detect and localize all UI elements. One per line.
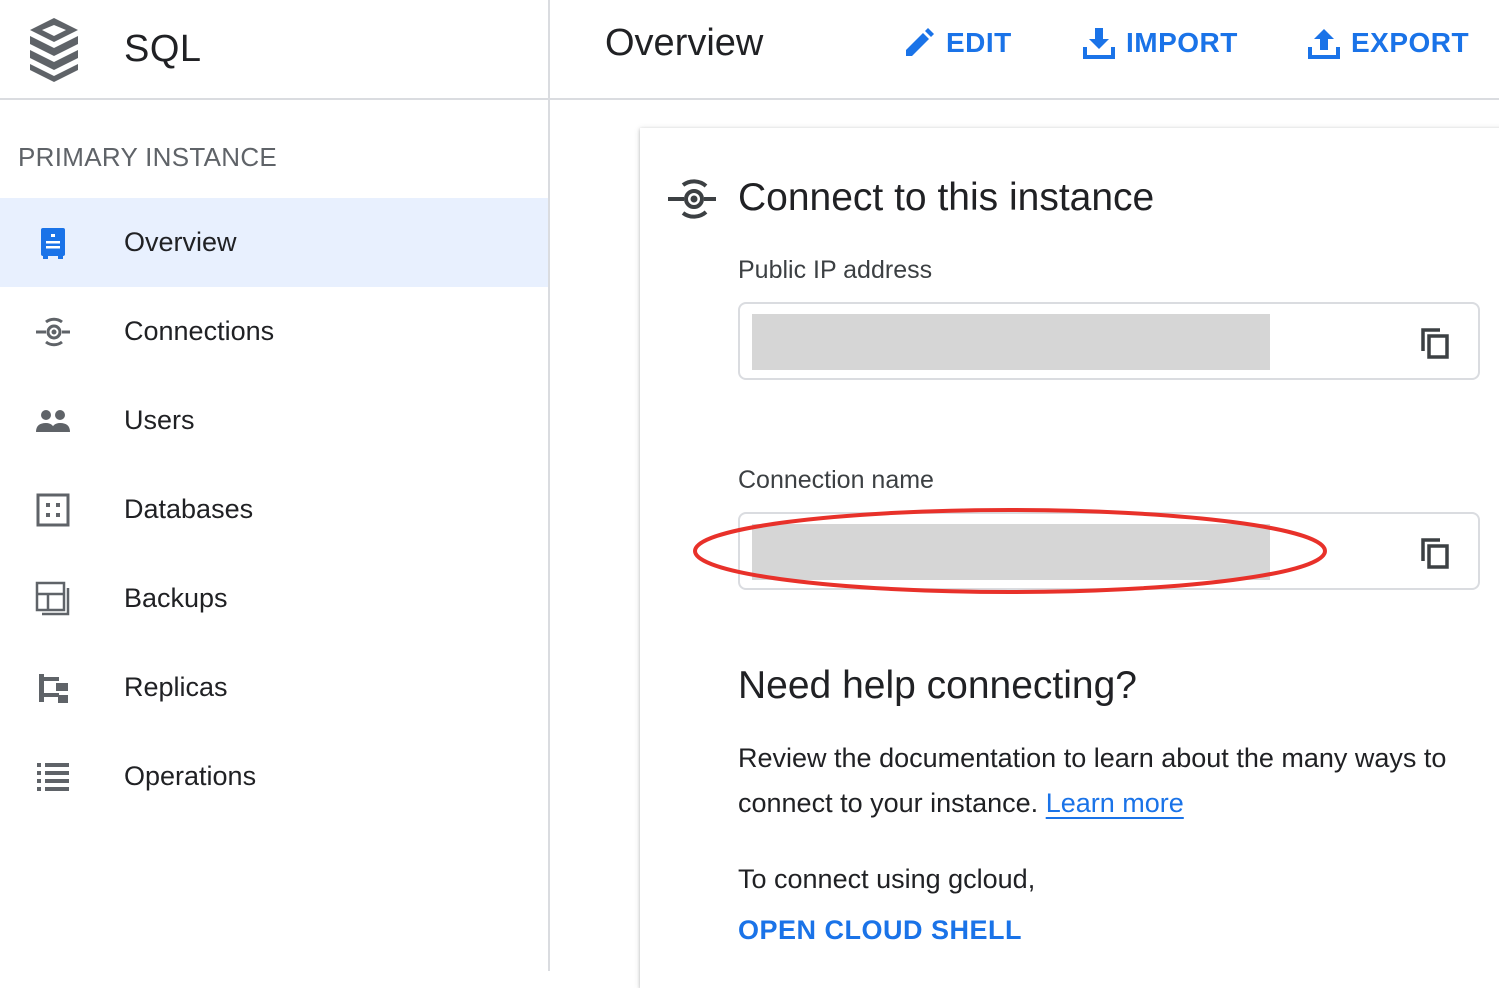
backups-icon (35, 581, 70, 615)
sidebar-item-label: Databases (124, 494, 254, 524)
download-icon (1083, 28, 1115, 59)
sidebar-item-label: Connections (124, 316, 275, 346)
sidebar-item-overview[interactable]: Overview (0, 198, 548, 287)
pencil-icon (906, 28, 934, 56)
overview-icon (41, 227, 65, 259)
copy-icon[interactable] (1418, 326, 1452, 360)
page-header: Overview EDIT IMPORT EXPORT (550, 0, 1499, 100)
connections-icon (36, 317, 70, 346)
redacted-value (752, 314, 1270, 370)
help-title: Need help connecting? (738, 664, 1137, 707)
sidebar-item-replicas[interactable]: Replicas (0, 643, 548, 732)
public-ip-label: Public IP address (738, 256, 933, 284)
learn-more-link[interactable]: Learn more (1046, 788, 1184, 818)
operations-icon (37, 762, 69, 791)
sidebar-item-backups[interactable]: Backups (0, 554, 548, 643)
cloud-sql-logo-icon[interactable] (28, 16, 80, 82)
import-label: IMPORT (1126, 27, 1238, 58)
connect-card: Connect to this instance Public IP addre… (640, 128, 1499, 988)
sidebar-nav: Overview Connections Users Databases Bac… (0, 198, 548, 821)
connect-title: Connect to this instance (738, 176, 1155, 219)
sidebar: SQL PRIMARY INSTANCE Overview Connection… (0, 0, 550, 971)
export-label: EXPORT (1351, 27, 1470, 58)
sidebar-header: SQL (0, 0, 548, 100)
connection-name-field[interactable] (738, 512, 1480, 590)
product-name: SQL (124, 27, 202, 70)
sidebar-item-operations[interactable]: Operations (0, 732, 548, 821)
sidebar-item-users[interactable]: Users (0, 376, 548, 465)
upload-icon (1308, 29, 1340, 59)
public-ip-field[interactable] (738, 302, 1480, 380)
section-label: PRIMARY INSTANCE (18, 142, 278, 172)
sidebar-item-label: Backups (124, 583, 228, 613)
edit-button[interactable]: EDIT (902, 26, 1012, 60)
users-icon (36, 409, 70, 432)
copy-icon[interactable] (1418, 536, 1452, 570)
export-button[interactable]: EXPORT (1307, 26, 1469, 60)
import-button[interactable]: IMPORT (1082, 26, 1238, 60)
sidebar-item-databases[interactable]: Databases (0, 465, 548, 554)
databases-icon (36, 493, 70, 526)
sidebar-item-label: Replicas (124, 672, 228, 702)
help-text: Review the documentation to learn about … (738, 736, 1478, 826)
gcloud-text: To connect using gcloud, (738, 864, 1036, 894)
sidebar-item-label: Users (124, 405, 195, 435)
sidebar-item-connections[interactable]: Connections (0, 287, 548, 376)
redacted-value (752, 524, 1270, 580)
replicas-icon (39, 673, 68, 703)
connection-name-label: Connection name (738, 466, 934, 494)
sidebar-item-label: Overview (124, 227, 237, 257)
connections-icon (668, 179, 716, 219)
page-title: Overview (605, 22, 764, 64)
sidebar-item-label: Operations (124, 761, 257, 791)
open-cloud-shell-button[interactable]: OPEN CLOUD SHELL (738, 915, 1022, 946)
edit-label: EDIT (946, 27, 1012, 58)
